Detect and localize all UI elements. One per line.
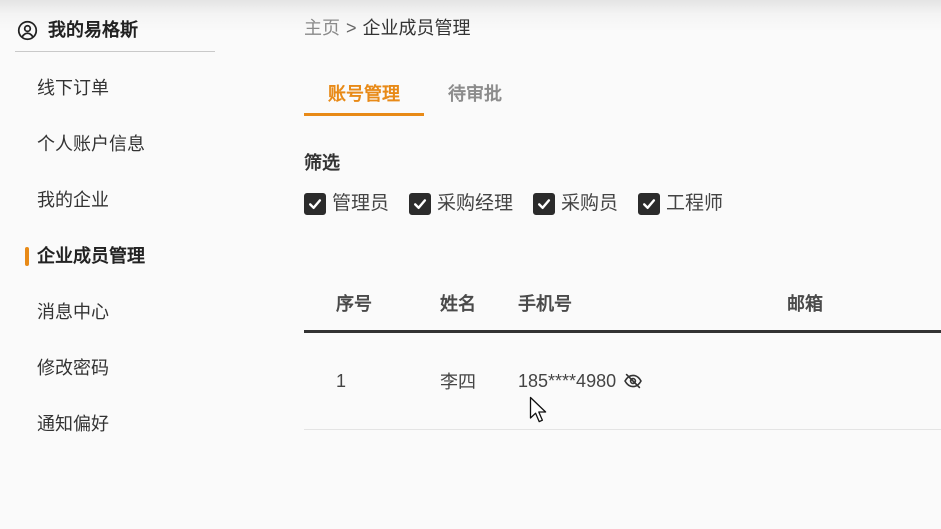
filter-options: 管理员 采购经理 采购员 工程师: [304, 192, 723, 216]
breadcrumb: 主页 > 企业成员管理: [304, 17, 471, 39]
column-header-phone: 手机号: [518, 293, 572, 314]
checkmark-icon: [414, 199, 427, 210]
checkbox[interactable]: [638, 193, 661, 215]
sidebar-item-account-info[interactable]: 个人账户信息: [0, 116, 230, 172]
table-header: 序号 姓名 手机号 邮箱: [304, 275, 941, 333]
page: 我的易格斯 线下订单 个人账户信息 我的企业 企业成员管理 消息中心 修改密码 …: [0, 0, 941, 529]
sidebar-item-change-password[interactable]: 修改密码: [0, 340, 230, 396]
checkbox-label: 采购经理: [437, 193, 514, 214]
sidebar-item-offline-orders[interactable]: 线下订单: [0, 60, 230, 116]
sidebar-item-label: 消息中心: [37, 302, 109, 322]
sidebar-divider: [15, 51, 215, 52]
sidebar: 我的易格斯 线下订单 个人账户信息 我的企业 企业成员管理 消息中心 修改密码 …: [0, 0, 230, 529]
tab-bar: 账号管理 待审批: [304, 76, 526, 116]
checkbox-label: 工程师: [666, 193, 724, 214]
eye-slash-icon[interactable]: [623, 373, 643, 389]
column-header-index: 序号: [336, 293, 372, 314]
sidebar-header: 我的易格斯: [17, 18, 138, 42]
cell-phone: 185****4980: [518, 371, 787, 392]
sidebar-item-label: 个人账户信息: [37, 134, 145, 154]
breadcrumb-separator: >: [346, 18, 357, 38]
checkbox[interactable]: [409, 193, 432, 215]
checkmark-icon: [538, 199, 551, 210]
sidebar-item-messages[interactable]: 消息中心: [0, 284, 230, 340]
sidebar-title: 我的易格斯: [48, 20, 138, 40]
column-header-email: 邮箱: [787, 293, 823, 314]
phone-number: 185****4980: [518, 370, 617, 391]
cell-name: 李四: [440, 372, 476, 392]
filter-title: 筛选: [304, 153, 340, 173]
sidebar-item-member-management[interactable]: 企业成员管理: [0, 228, 230, 284]
checkbox-label: 管理员: [332, 193, 390, 214]
filter-option-purchasing-manager[interactable]: 采购经理: [409, 192, 513, 216]
sidebar-item-my-company[interactable]: 我的企业: [0, 172, 230, 228]
user-circle-icon: [17, 20, 38, 41]
checkmark-icon: [643, 199, 656, 210]
members-table: 序号 姓名 手机号 邮箱 1 李四 185****4980: [304, 275, 941, 430]
filter-option-admin[interactable]: 管理员: [304, 192, 389, 216]
column-header-name: 姓名: [440, 293, 476, 314]
sidebar-item-label: 我的企业: [37, 190, 109, 210]
cell-index: 1: [336, 370, 347, 391]
active-indicator: [25, 247, 29, 266]
sidebar-item-label: 线下订单: [37, 78, 109, 98]
checkbox[interactable]: [533, 193, 556, 215]
checkbox-label: 采购员: [561, 193, 619, 214]
breadcrumb-current: 企业成员管理: [362, 18, 471, 38]
sidebar-item-label: 修改密码: [37, 358, 109, 378]
tab-pending-approval[interactable]: 待审批: [424, 76, 526, 116]
table-row: 1 李四 185****4980: [304, 333, 941, 430]
tab-account-management[interactable]: 账号管理: [304, 76, 424, 116]
checkbox[interactable]: [304, 193, 326, 215]
breadcrumb-home-link[interactable]: 主页: [304, 18, 340, 38]
sidebar-item-label: 企业成员管理: [37, 246, 145, 266]
checkmark-icon: [309, 199, 322, 210]
filter-option-engineer[interactable]: 工程师: [638, 192, 723, 216]
sidebar-item-label: 通知偏好: [37, 414, 109, 434]
filter-option-purchaser[interactable]: 采购员: [533, 192, 618, 216]
sidebar-item-notification-preferences[interactable]: 通知偏好: [0, 396, 230, 452]
sidebar-menu: 线下订单 个人账户信息 我的企业 企业成员管理 消息中心 修改密码 通知偏好: [0, 60, 230, 452]
